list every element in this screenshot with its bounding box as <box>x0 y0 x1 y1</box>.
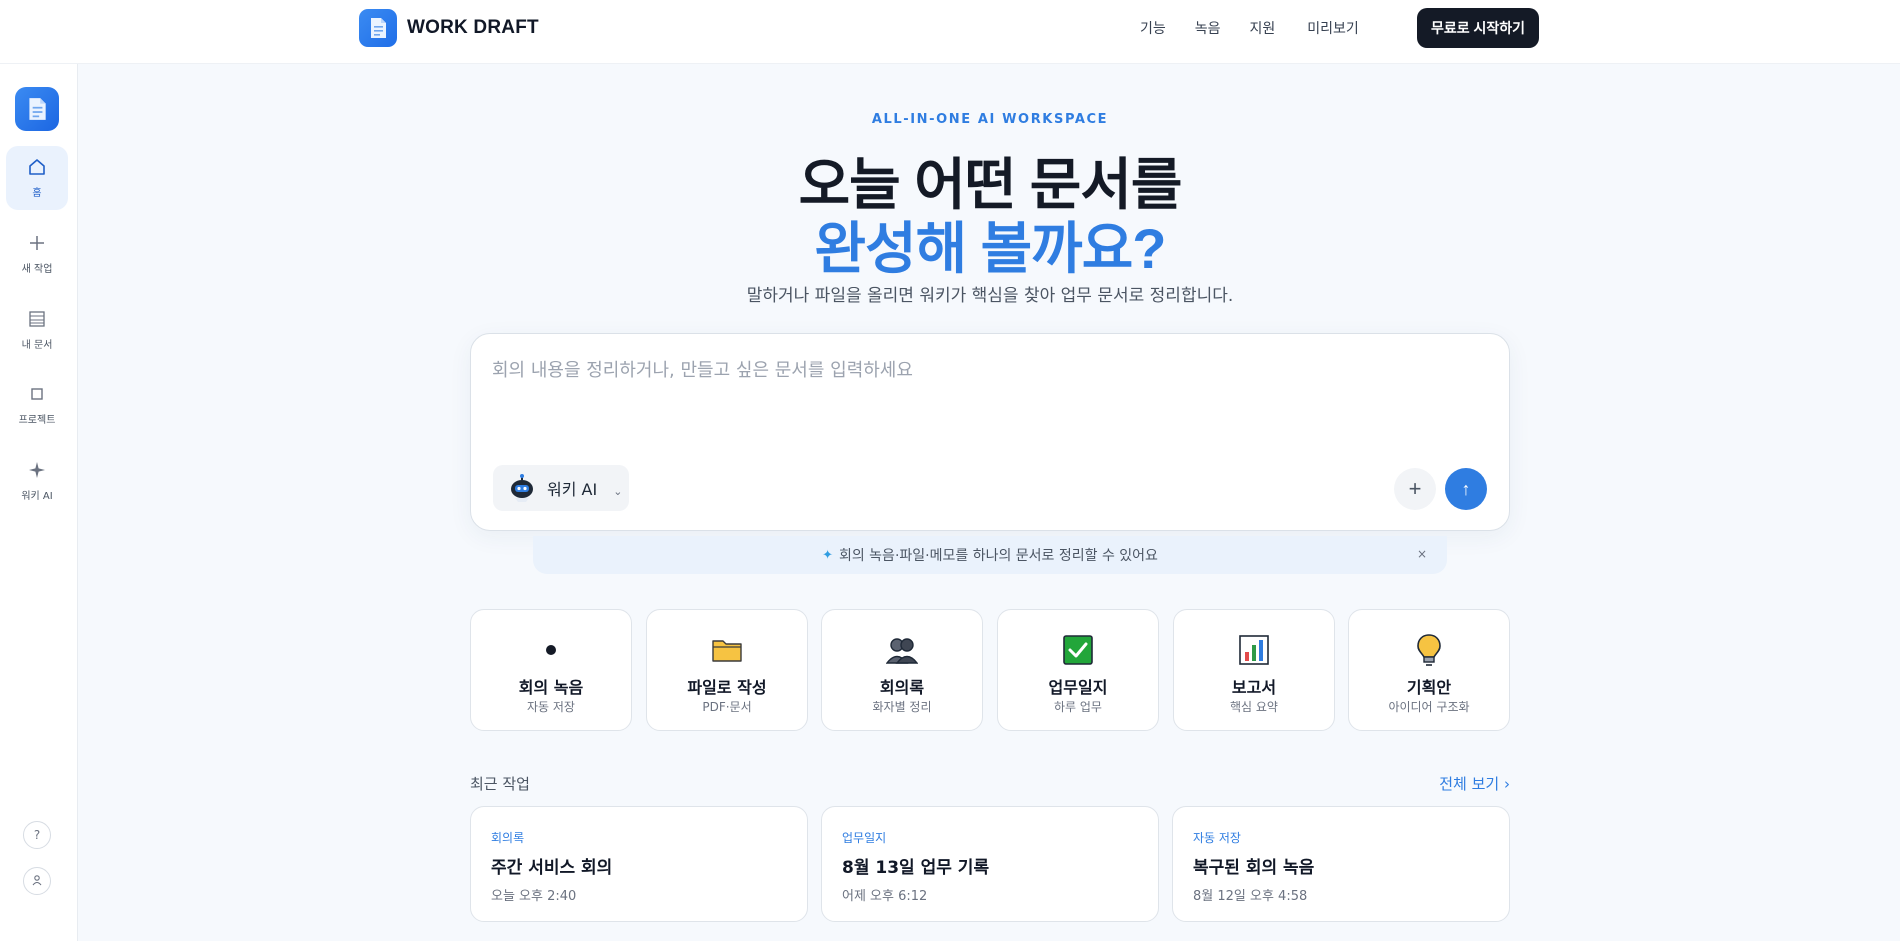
quick-card-subtitle: 자동 저장 <box>527 700 575 714</box>
user-icon <box>31 874 43 889</box>
quick-card-title: 파일로 작성 <box>687 678 767 697</box>
sidebar-item-label: 워키 AI <box>21 490 53 502</box>
close-icon[interactable]: × <box>1417 547 1427 561</box>
main-nav: 기능 녹음 지원 미리보기 <box>1140 18 1359 38</box>
quick-card-write-from-file[interactable]: 파일로 작성 PDF·문서 <box>646 609 808 731</box>
record-dot-icon <box>471 634 631 666</box>
quick-card-plan[interactable]: 기획안 아이디어 구조화 <box>1348 609 1510 731</box>
attach-button[interactable]: + <box>1394 468 1436 510</box>
profile-button[interactable] <box>23 867 51 895</box>
recent-item[interactable]: 회의록 주간 서비스 회의 오늘 오후 2:40 <box>470 806 808 922</box>
help-button[interactable]: ? <box>23 821 51 849</box>
recent-item-tag: 회의록 <box>491 831 525 845</box>
sidebar-item-label: 프로젝트 <box>18 414 56 426</box>
square-icon <box>30 385 44 405</box>
hero-title-line2: 완성해 볼까요? <box>814 217 1167 280</box>
brand[interactable]: WORK DRAFT <box>359 9 539 47</box>
quick-card-meeting-recording[interactable]: 회의 녹음 자동 저장 <box>470 609 632 731</box>
prompt-composer: 워키 AI ⌄ + ↑ <box>470 333 1510 531</box>
recent-item[interactable]: 자동 저장 복구된 회의 녹음 8월 12일 오후 4:58 <box>1172 806 1510 922</box>
sidebar-item-label: 내 문서 <box>21 339 53 351</box>
model-selector[interactable]: 워키 AI ⌄ <box>493 465 629 511</box>
document-icon <box>359 9 397 47</box>
recent-item-name: 복구된 회의 녹음 <box>1193 858 1315 878</box>
brand-name: WORK DRAFT <box>407 17 539 38</box>
quick-card-title: 회의 녹음 <box>518 678 584 697</box>
nav-link-features[interactable]: 기능 <box>1140 18 1166 38</box>
model-name: 워키 AI <box>547 480 598 499</box>
quick-card-work-log[interactable]: 업무일지 하루 업무 <box>997 609 1159 731</box>
nav-link-recording[interactable]: 녹음 <box>1195 18 1221 38</box>
quick-card-title: 보고서 <box>1231 678 1277 697</box>
top-header: WORK DRAFT 기능 녹음 지원 미리보기 무료로 시작하기 <box>0 0 1900 64</box>
folder-icon <box>647 634 807 666</box>
chevron-down-icon: ⌄ <box>613 484 623 498</box>
start-free-button[interactable]: 무료로 시작하기 <box>1417 8 1539 48</box>
hero-subtitle: 말하거나 파일을 올리면 워키가 핵심을 찾아 업무 문서로 정리합니다. <box>746 286 1234 306</box>
bar-chart-icon <box>1174 634 1334 666</box>
sidebar-item-wiki-ai[interactable]: 워키 AI <box>6 449 68 513</box>
list-icon <box>28 310 46 330</box>
prompt-input[interactable] <box>492 356 1482 436</box>
sidebar-item-projects[interactable]: 프로젝트 <box>6 373 68 437</box>
recent-item-name: 8월 13일 업무 기록 <box>842 858 990 878</box>
quick-card-minutes[interactable]: 회의록 화자별 정리 <box>821 609 983 731</box>
hero-eyebrow: ALL-IN-ONE AI WORKSPACE <box>871 112 1109 127</box>
quick-card-title: 회의록 <box>879 678 925 697</box>
recent-item-name: 주간 서비스 회의 <box>491 858 613 878</box>
recent-item-time: 8월 12일 오후 4:58 <box>1193 889 1308 904</box>
quick-card-title: 기획안 <box>1406 678 1452 697</box>
nav-link-preview[interactable]: 미리보기 <box>1307 18 1359 38</box>
sidebar-item-my-docs[interactable]: 내 문서 <box>6 298 68 362</box>
view-all-link[interactable]: 전체 보기 › <box>1439 773 1510 794</box>
quick-card-subtitle: PDF·문서 <box>702 700 752 714</box>
quick-card-report[interactable]: 보고서 핵심 요약 <box>1173 609 1335 731</box>
sparkle-icon <box>28 461 46 481</box>
checkbox-icon <box>998 634 1158 666</box>
recent-item-time: 오늘 오후 2:40 <box>491 889 577 904</box>
send-button[interactable]: ↑ <box>1445 468 1487 510</box>
recent-item-tag: 자동 저장 <box>1193 831 1241 845</box>
lightbulb-icon <box>1349 634 1509 666</box>
quick-card-subtitle: 아이디어 구조화 <box>1388 700 1470 714</box>
tip-banner: ✦ 회의 녹음·파일·메모를 하나의 문서로 정리할 수 있어요 × <box>533 536 1447 574</box>
tip-text: 회의 녹음·파일·메모를 하나의 문서로 정리할 수 있어요 <box>838 548 1158 564</box>
recent-item-tag: 업무일지 <box>842 831 887 845</box>
recent-section-title: 최근 작업 <box>470 775 530 793</box>
robot-avatar-icon <box>507 473 537 503</box>
sparkle-icon: ✦ <box>822 547 833 563</box>
recent-item[interactable]: 업무일지 8월 13일 업무 기록 어제 오후 6:12 <box>821 806 1159 922</box>
nav-link-support[interactable]: 지원 <box>1250 18 1276 38</box>
people-icon <box>822 634 982 666</box>
quick-card-title: 업무일지 <box>1048 678 1108 697</box>
quick-card-subtitle: 화자별 정리 <box>872 700 932 714</box>
quick-card-subtitle: 하루 업무 <box>1054 700 1102 714</box>
recent-item-time: 어제 오후 6:12 <box>842 889 928 904</box>
quick-card-subtitle: 핵심 요약 <box>1230 700 1278 714</box>
